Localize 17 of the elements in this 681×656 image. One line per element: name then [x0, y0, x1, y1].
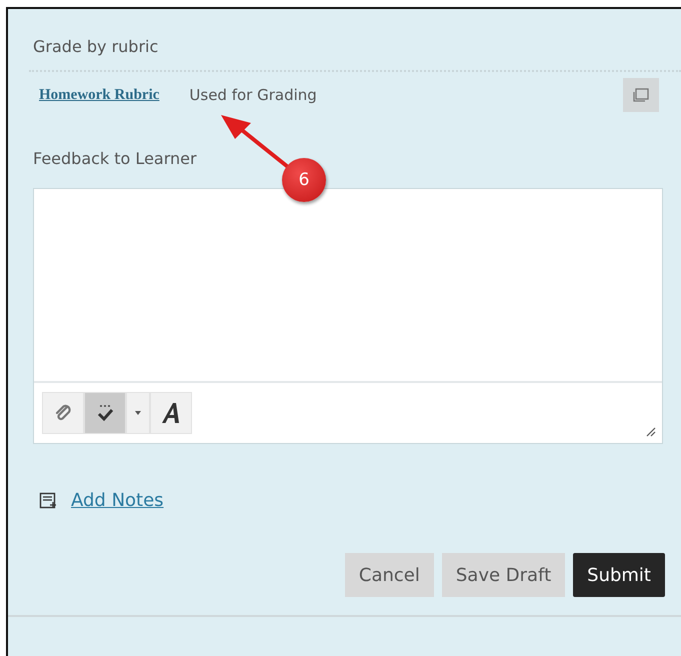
- expand-button[interactable]: [623, 78, 659, 112]
- format-button[interactable]: [150, 392, 192, 434]
- secondary-button[interactable]: Save Draft: [442, 553, 566, 597]
- spellcheck-button[interactable]: [84, 392, 126, 434]
- attach-button[interactable]: [42, 392, 84, 434]
- note-icon: [39, 492, 57, 510]
- add-notes-link[interactable]: Add Notes: [71, 490, 164, 511]
- submit-button[interactable]: Submit: [573, 553, 665, 597]
- secondary-button[interactable]: Cancel: [344, 553, 434, 597]
- section-title: Grade by rubric: [33, 37, 160, 58]
- caret-icon: [135, 411, 141, 415]
- rubric-link[interactable]: Homework Rubric: [39, 86, 160, 104]
- windows-icon: [632, 87, 650, 103]
- italic-a-icon: [160, 401, 182, 425]
- rubric-status: Used for Grading: [189, 86, 317, 104]
- feedback-label: Feedback to Learner: [33, 149, 198, 170]
- resize-handle-icon[interactable]: [644, 425, 656, 437]
